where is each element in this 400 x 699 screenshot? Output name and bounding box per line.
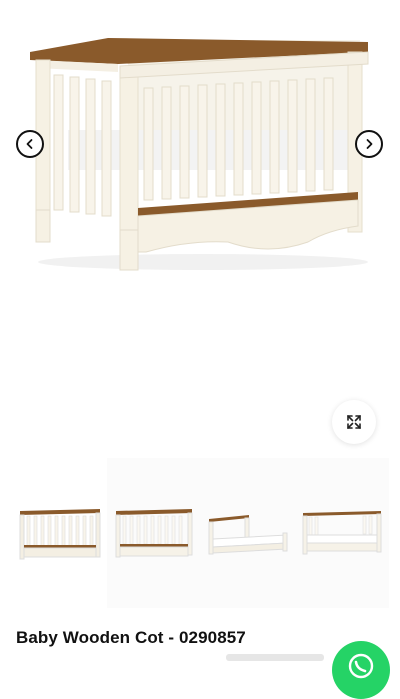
thumbnail-toddler-bed[interactable]	[201, 458, 295, 608]
next-image-button[interactable]	[355, 130, 383, 158]
cot-thumbnail-image	[19, 509, 101, 560]
cot-main-image	[30, 38, 369, 271]
thumbnail-cot-front[interactable]	[13, 458, 107, 608]
cot-side-thumbnail-image	[115, 509, 193, 558]
product-image-gallery	[0, 0, 400, 300]
expand-icon	[347, 415, 361, 429]
chevron-left-icon	[26, 139, 33, 149]
chevron-right-icon	[366, 139, 373, 149]
price-placeholder-bar	[226, 654, 324, 661]
product-title: Baby Wooden Cot - 0290857	[16, 628, 246, 647]
whatsapp-chat-button[interactable]	[332, 641, 390, 699]
whatsapp-icon	[348, 653, 374, 679]
toddler-bed-thumbnail-image	[208, 515, 288, 555]
previous-image-button[interactable]	[16, 130, 44, 158]
thumbnail-cot-side[interactable]	[107, 458, 201, 608]
zoom-button[interactable]	[332, 400, 376, 444]
thumbnail-day-bed[interactable]	[295, 458, 389, 608]
thumbnail-strip	[0, 458, 400, 608]
day-bed-thumbnail-image	[302, 511, 382, 555]
